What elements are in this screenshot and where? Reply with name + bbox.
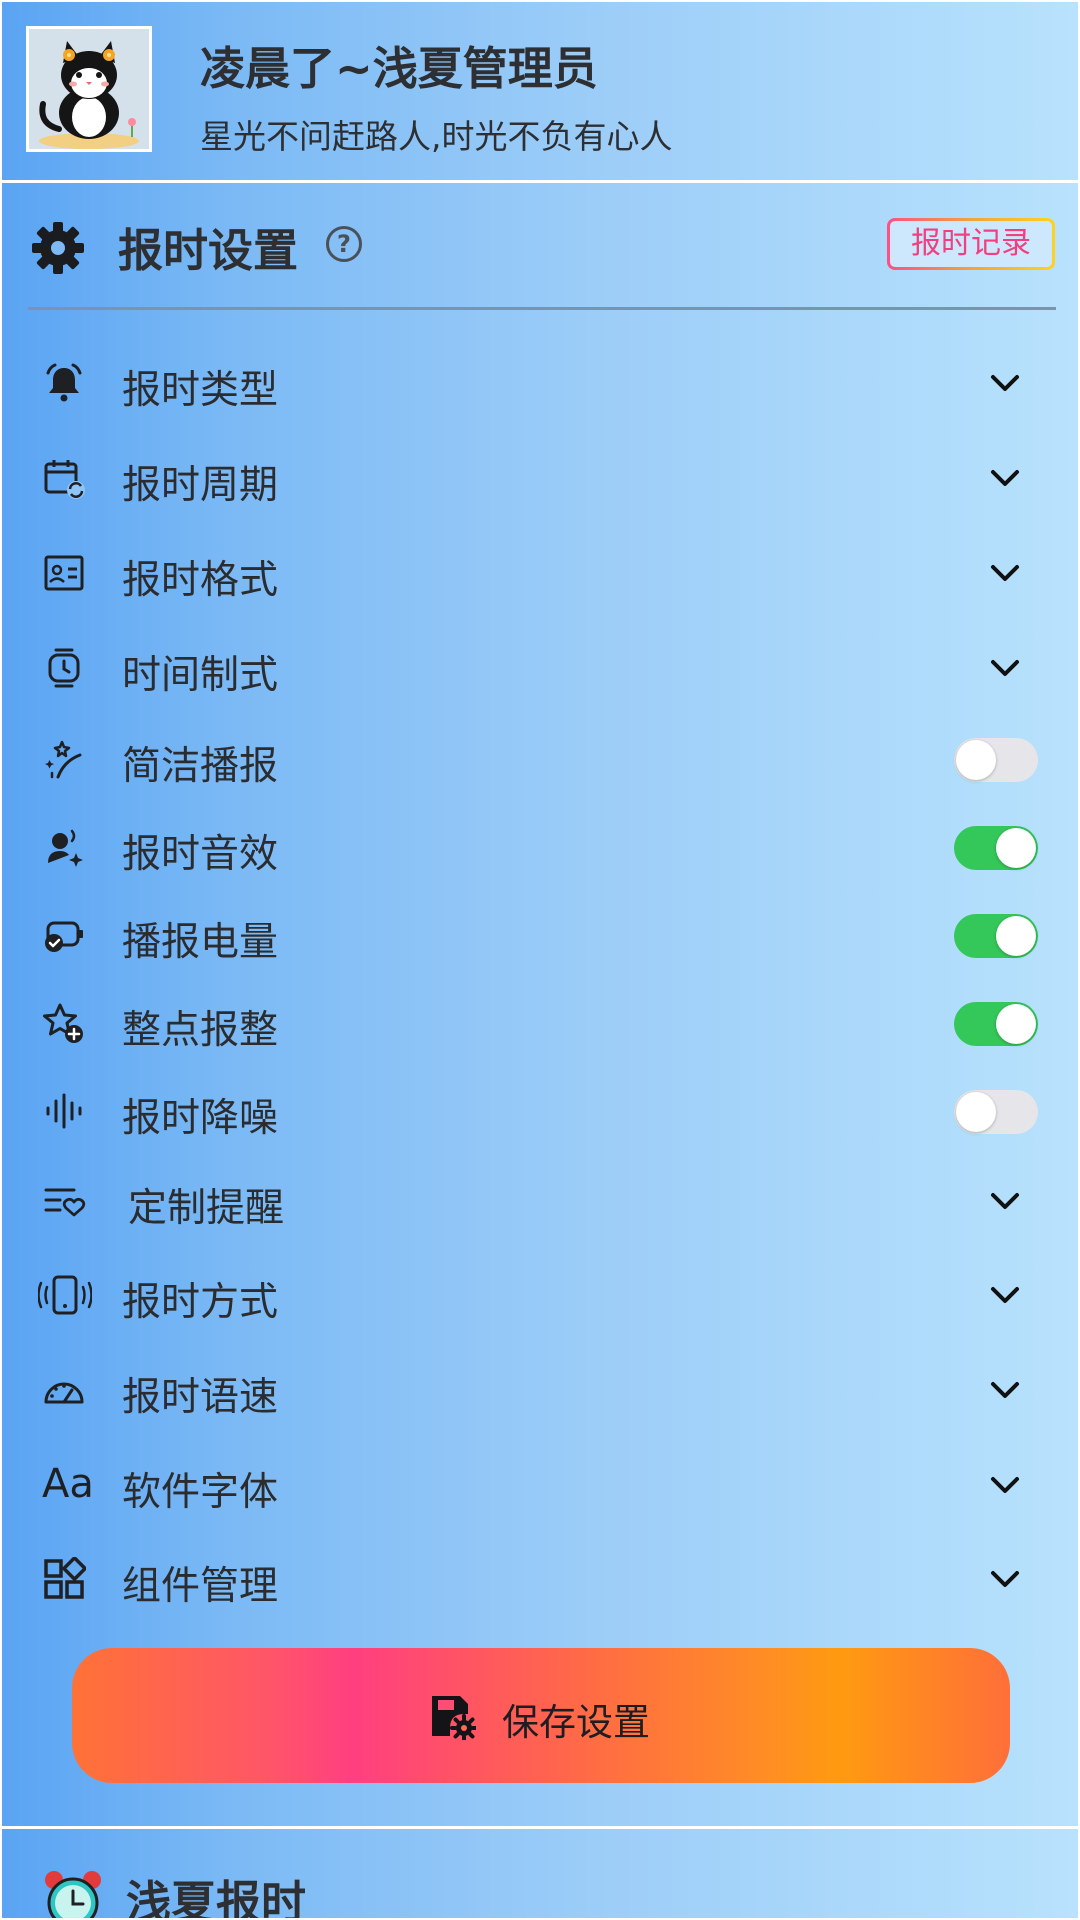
help-icon[interactable]: ? (326, 226, 362, 262)
setting-label: 软件字体 (122, 1470, 279, 1515)
toggle-noise-reduction[interactable] (954, 1090, 1038, 1134)
star-plus-icon (42, 1001, 86, 1045)
setting-label: 报时降噪 (122, 1096, 279, 1141)
chevron-down-icon[interactable] (988, 1376, 1022, 1404)
setting-row-app-font[interactable]: Aa 软件字体 (2, 1449, 1078, 1521)
save-button-label: 保存设置 (502, 1701, 650, 1744)
widgets-icon (42, 1557, 86, 1601)
chevron-down-icon[interactable] (988, 559, 1022, 587)
setting-label: 报时方式 (122, 1280, 279, 1325)
toggle-knob (956, 1092, 996, 1132)
cat-avatar-image (29, 29, 149, 149)
chevron-down-icon[interactable] (988, 1565, 1022, 1593)
toggle-knob (956, 740, 996, 780)
toggle-concise-broadcast[interactable] (954, 738, 1038, 782)
profile-header: 凌晨了~浅夏管理员 星光不问赶路人,时光不负有心人 (2, 2, 1078, 180)
setting-label: 整点报整 (122, 1008, 279, 1053)
phone-vibrate-icon (38, 1273, 92, 1317)
setting-row-concise-broadcast[interactable]: 简洁播报 (2, 723, 1078, 795)
section-divider (28, 307, 1056, 310)
setting-row-hourly-chime[interactable]: 整点报整 (2, 987, 1078, 1059)
setting-label: 定制提醒 (128, 1186, 285, 1231)
watch-icon (42, 646, 86, 690)
chevron-down-icon[interactable] (988, 1281, 1022, 1309)
setting-row-time-format[interactable]: 时间制式 (2, 632, 1078, 704)
setting-row-broadcast-mode[interactable]: 报时方式 (2, 1259, 1078, 1331)
setting-row-custom-reminder[interactable]: 定制提醒 (2, 1165, 1078, 1237)
footer-title: 浅夏报时 (126, 1876, 307, 1918)
toggle-knob (996, 1004, 1036, 1044)
gear-icon (30, 220, 86, 276)
alarm-clock-icon (42, 1868, 104, 1918)
setting-row-widget-management[interactable]: 组件管理 (2, 1543, 1078, 1615)
save-gear-icon (428, 1692, 478, 1742)
setting-label: 简洁播报 (122, 744, 279, 789)
toggle-sound-effect[interactable] (954, 826, 1038, 870)
setting-label: 报时语速 (122, 1375, 279, 1420)
font-icon: Aa (42, 1461, 94, 1507)
chevron-down-icon[interactable] (988, 369, 1022, 397)
magic-wand-icon (42, 737, 86, 781)
id-card-icon (42, 551, 86, 595)
bell-icon (42, 361, 86, 405)
chevron-down-icon[interactable] (988, 1187, 1022, 1215)
setting-row-battery-broadcast[interactable]: 播报电量 (2, 899, 1078, 971)
record-button[interactable]: 报时记录 (887, 218, 1055, 270)
setting-label: 报时音效 (122, 832, 279, 877)
battery-check-icon (42, 913, 86, 957)
toggle-battery-broadcast[interactable] (954, 914, 1038, 958)
calendar-refresh-icon (42, 456, 86, 500)
setting-label: 组件管理 (122, 1564, 279, 1609)
section-title: 报时设置 (118, 224, 299, 277)
list-heart-icon (42, 1179, 86, 1223)
username: 凌晨了~浅夏管理员 (200, 42, 598, 95)
chevron-down-icon[interactable] (988, 654, 1022, 682)
chevron-down-icon[interactable] (988, 464, 1022, 492)
toggle-hourly-chime[interactable] (954, 1002, 1038, 1046)
user-motto: 星光不问赶路人,时光不负有心人 (200, 117, 673, 156)
sound-wave-icon (42, 1089, 86, 1133)
avatar[interactable] (26, 26, 152, 152)
setting-label: 时间制式 (122, 653, 279, 698)
toggle-knob (996, 828, 1036, 868)
speedometer-icon (42, 1368, 86, 1412)
header-divider (2, 180, 1078, 183)
setting-row-noise-reduction[interactable]: 报时降噪 (2, 1075, 1078, 1147)
footer-divider (2, 1826, 1078, 1829)
setting-label: 报时周期 (122, 463, 279, 508)
setting-row-broadcast-period[interactable]: 报时周期 (2, 442, 1078, 514)
chevron-down-icon[interactable] (988, 1471, 1022, 1499)
setting-label: 报时类型 (122, 368, 279, 413)
save-settings-button[interactable]: 保存设置 (72, 1648, 1010, 1783)
voice-sparkle-icon (42, 825, 86, 869)
setting-row-sound-effect[interactable]: 报时音效 (2, 811, 1078, 883)
setting-row-broadcast-format[interactable]: 报时格式 (2, 537, 1078, 609)
setting-label: 报时格式 (122, 558, 279, 603)
setting-row-broadcast-type[interactable]: 报时类型 (2, 347, 1078, 419)
app-screen: 凌晨了~浅夏管理员 星光不问赶路人,时光不负有心人 报时设置 ? 报时记录 报时… (2, 2, 1078, 1918)
setting-label: 播报电量 (122, 920, 279, 965)
toggle-knob (996, 916, 1036, 956)
setting-row-speech-rate[interactable]: 报时语速 (2, 1354, 1078, 1426)
